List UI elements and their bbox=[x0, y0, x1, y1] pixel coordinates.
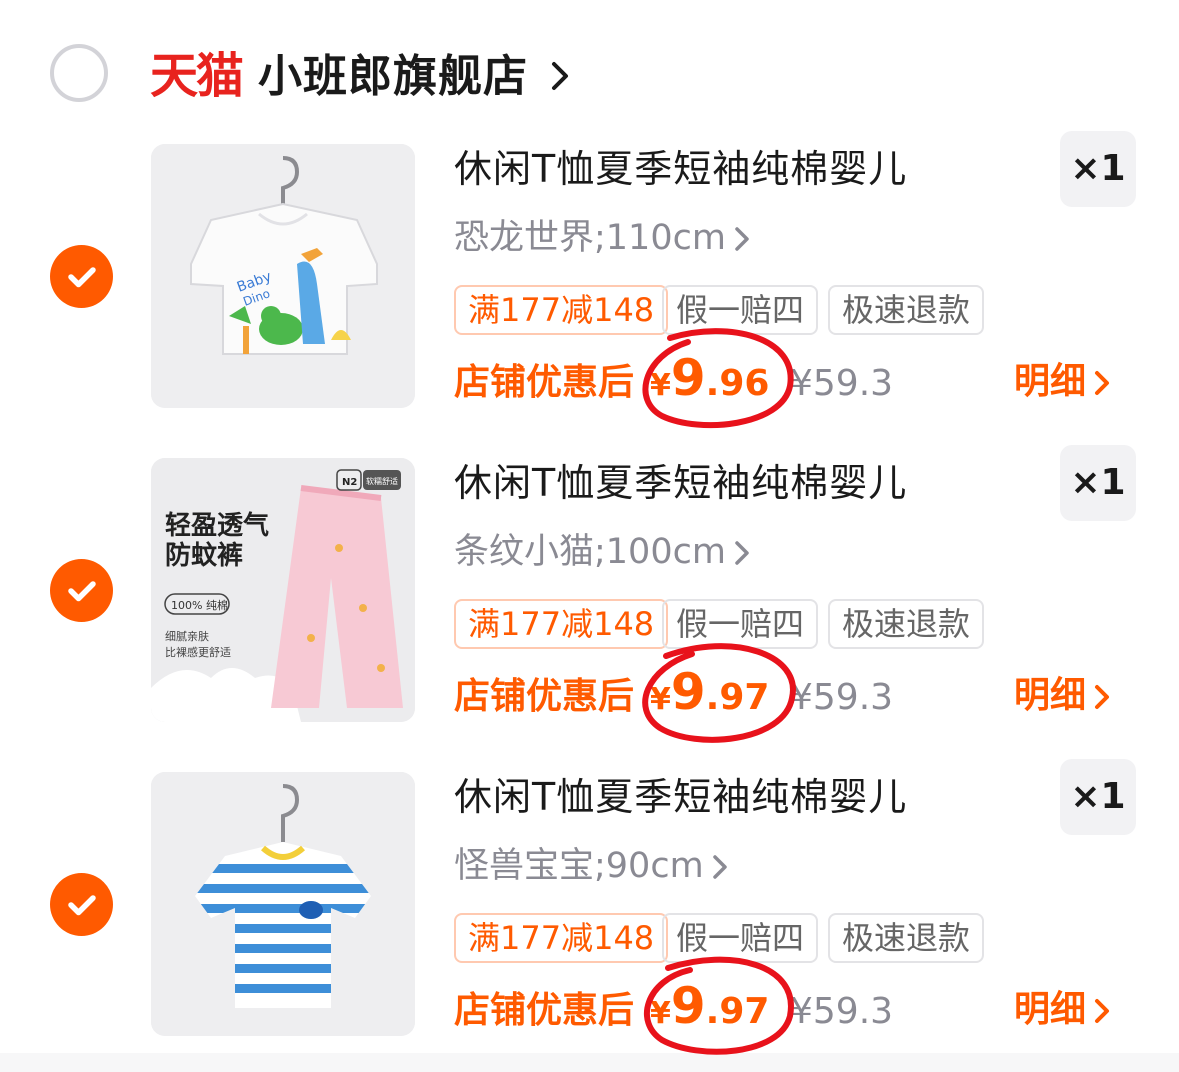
promo-tag: 满177减148 bbox=[454, 599, 669, 649]
price-detail-link[interactable]: 明细 bbox=[1014, 356, 1110, 408]
sku-text: 怪兽宝宝;90cm bbox=[454, 846, 704, 886]
red-circle-annotation bbox=[642, 328, 794, 429]
image-pill: 100% 纯棉 bbox=[171, 598, 228, 612]
sku-selector[interactable]: 条纹小猫;100cm bbox=[454, 528, 750, 576]
chevron-right-icon bbox=[1095, 685, 1110, 709]
cart-item: N2 软糯舒适 轻盈透气 防蚊裤 100% 纯棉 细腻亲肤 比裸感更舒适 休闲T… bbox=[0, 445, 1179, 758]
dinosaur-tshirt-image: Baby Dino bbox=[151, 144, 415, 408]
check-icon bbox=[68, 581, 96, 602]
service-tag: 极速退款 bbox=[828, 285, 985, 335]
image-badge-sub: 软糯舒适 bbox=[366, 476, 398, 486]
price-detail-link[interactable]: 明细 bbox=[1014, 670, 1110, 722]
chevron-right-icon bbox=[735, 227, 749, 251]
quantity-button[interactable]: ×1 bbox=[1060, 131, 1136, 207]
check-icon bbox=[68, 895, 96, 916]
chevron-right-icon bbox=[1095, 999, 1110, 1023]
image-badge: N2 bbox=[342, 477, 357, 488]
sku-selector[interactable]: 怪兽宝宝;90cm bbox=[454, 842, 728, 890]
detail-label: 明细 bbox=[1014, 675, 1087, 716]
mosquito-pants-image: N2 软糯舒适 轻盈透气 防蚊裤 100% 纯棉 细腻亲肤 比裸感更舒适 bbox=[151, 458, 415, 722]
item-checkbox[interactable] bbox=[50, 559, 113, 622]
product-title[interactable]: 休闲T恤夏季短袖纯棉婴儿 bbox=[454, 458, 907, 508]
striped-tshirt-image bbox=[151, 772, 415, 1036]
service-tag: 极速退款 bbox=[828, 913, 985, 963]
store-select-radio[interactable] bbox=[50, 44, 108, 102]
sku-selector[interactable]: 恐龙世界;110cm bbox=[454, 214, 750, 262]
item-checkbox[interactable] bbox=[50, 245, 113, 308]
price-detail-link[interactable]: 明细 bbox=[1014, 984, 1110, 1036]
image-headline-1: 轻盈透气 bbox=[165, 510, 269, 541]
chevron-right-icon bbox=[735, 541, 749, 565]
deal-label: 店铺优惠后 bbox=[454, 990, 635, 1031]
quantity-button[interactable]: ×1 bbox=[1060, 759, 1136, 835]
original-price: ¥59.3 bbox=[790, 363, 894, 404]
store-name-link[interactable]: 小班郎旗舰店 bbox=[258, 48, 528, 106]
sku-text: 恐龙世界;110cm bbox=[454, 218, 726, 258]
cart-item: Baby Dino 休闲T恤夏季短袖纯棉婴儿 ×1 恐龙世界;110cm 满17… bbox=[0, 131, 1179, 444]
store-cart-card: 天猫 小班郎旗舰店 Baby Dino 休闲T恤夏季短袖纯棉婴儿 ×1 恐龙世界… bbox=[0, 0, 1179, 1055]
original-price: ¥59.3 bbox=[790, 991, 894, 1032]
chevron-right-icon[interactable] bbox=[550, 58, 572, 94]
product-image[interactable]: Baby Dino bbox=[151, 144, 415, 408]
product-image[interactable] bbox=[151, 772, 415, 1036]
quantity-button[interactable]: ×1 bbox=[1060, 445, 1136, 521]
item-checkbox[interactable] bbox=[50, 873, 113, 936]
detail-label: 明细 bbox=[1014, 361, 1087, 402]
chevron-right-icon bbox=[1095, 371, 1110, 395]
image-headline-2: 防蚊裤 bbox=[165, 540, 243, 571]
detail-label: 明细 bbox=[1014, 989, 1087, 1030]
check-icon bbox=[68, 267, 96, 288]
red-circle-annotation bbox=[642, 643, 796, 743]
image-sub-2: 比裸感更舒适 bbox=[165, 645, 231, 659]
tmall-logo: 天猫 bbox=[150, 48, 244, 104]
service-tag: 极速退款 bbox=[828, 599, 985, 649]
red-circle-annotation bbox=[644, 956, 794, 1055]
product-title[interactable]: 休闲T恤夏季短袖纯棉婴儿 bbox=[454, 772, 907, 822]
original-price: ¥59.3 bbox=[790, 677, 894, 718]
deal-label: 店铺优惠后 bbox=[454, 676, 635, 717]
product-title[interactable]: 休闲T恤夏季短袖纯棉婴儿 bbox=[454, 144, 907, 194]
promo-tag: 满177减148 bbox=[454, 285, 669, 335]
deal-label: 店铺优惠后 bbox=[454, 362, 635, 403]
sku-text: 条纹小猫;100cm bbox=[454, 532, 726, 572]
chevron-right-icon bbox=[712, 855, 727, 879]
cart-item: 休闲T恤夏季短袖纯棉婴儿 ×1 怪兽宝宝;90cm 满177减148 假一赔四 … bbox=[0, 759, 1179, 1072]
product-image[interactable]: N2 软糯舒适 轻盈透气 防蚊裤 100% 纯棉 细腻亲肤 比裸感更舒适 bbox=[151, 458, 415, 722]
promo-tag: 满177减148 bbox=[454, 913, 669, 963]
image-sub-1: 细腻亲肤 bbox=[165, 629, 209, 643]
